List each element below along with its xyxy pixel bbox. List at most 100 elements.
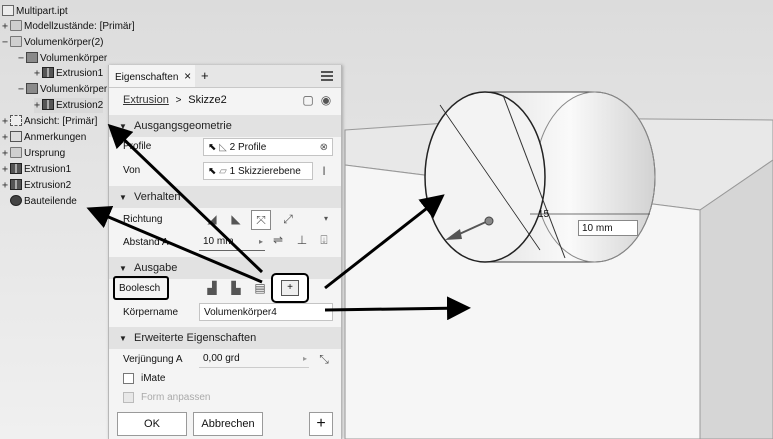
to-face-icon[interactable]: ⊥	[293, 231, 311, 249]
collapse-minus-icon[interactable]: −	[18, 82, 26, 97]
tree-item-body1-extrusion1[interactable]: + Extrusion1	[34, 66, 103, 81]
folder-icon	[10, 20, 22, 31]
tree-root-label: Multipart.ipt	[16, 6, 68, 17]
tree-root[interactable]: Multipart.ipt	[2, 4, 68, 19]
breadcrumb-extrusion-link[interactable]: Extrusion	[123, 94, 169, 106]
boolean-label: Boolesch	[113, 276, 169, 300]
profile-label: Profile	[123, 141, 152, 152]
breadcrumb: Extrusion > Skizze2	[123, 89, 227, 111]
section-title: Erweiterte Eigenschaften	[133, 332, 257, 344]
expand-plus-icon[interactable]: +	[34, 98, 42, 113]
taper-label: Verjüngung A	[123, 354, 183, 365]
direction-default-icon[interactable]: ◢	[203, 210, 221, 228]
tree-item-extrusion2[interactable]: + Extrusion2	[2, 178, 71, 193]
section-input-geometry[interactable]: ▼ Ausgangsgeometrie	[109, 115, 341, 137]
direction-label: Richtung	[123, 214, 163, 225]
collapse-minus-icon[interactable]: −	[18, 51, 26, 66]
profile-selector[interactable]: ⬉ ◺ 2 Profile ⊗	[203, 138, 333, 156]
expand-plus-icon[interactable]: +	[2, 114, 10, 129]
annotations-icon	[10, 131, 22, 142]
distance-input[interactable]: 10 mm ▸	[199, 233, 265, 251]
visibility-eye-icon[interactable]: ◉	[317, 91, 335, 109]
imate-label: iMate	[141, 373, 166, 384]
from-value: 1 Skizzierebene	[229, 166, 301, 177]
tree-item-view[interactable]: + Ansicht: [Primär]	[2, 114, 97, 129]
direction-symmetric-icon[interactable]: ⤧	[251, 210, 271, 230]
menu-icon[interactable]	[321, 70, 333, 82]
section-behavior[interactable]: ▼ Verhalten	[109, 186, 341, 208]
intersect-icon[interactable]: ▤	[251, 279, 269, 297]
tree-item-model-states[interactable]: + Modellzustände: [Primär]	[2, 19, 135, 34]
length-dimension[interactable]: 10 mm	[578, 220, 638, 236]
taper-dropdown-icon[interactable]: ▸	[303, 350, 307, 368]
section-chevron-icon: ▼	[119, 122, 127, 131]
breadcrumb-separator: >	[175, 95, 182, 106]
select-cursor-icon: ⬉	[208, 166, 217, 177]
tree-item-label: Extrusion1	[56, 68, 104, 79]
tree-item-body2-extrusion2[interactable]: + Extrusion2	[34, 98, 104, 113]
direction-dropdown-icon[interactable]: ▾	[317, 210, 335, 228]
direction-asymmetric-icon[interactable]: ⤢	[279, 210, 297, 228]
add-button[interactable]: +	[309, 412, 333, 436]
distance-mode-icon[interactable]: ⇌	[269, 231, 287, 249]
tree-item-origin[interactable]: + Ursprung	[2, 146, 65, 161]
section-title: Ausgangsgeometrie	[133, 120, 232, 132]
clear-selection-icon[interactable]: ⊗	[320, 139, 328, 157]
tree-item-end-of-part[interactable]: Bauteilende	[10, 194, 77, 209]
view-icon	[10, 115, 22, 126]
tree-item-body2[interactable]: − Volumenkörper	[18, 82, 107, 97]
expand-plus-icon[interactable]: +	[2, 162, 10, 177]
extrusion-icon	[42, 67, 54, 78]
match-shape-label: Form anpassen	[141, 392, 211, 403]
profile-icon: ◺	[219, 142, 227, 153]
section-advanced[interactable]: ▼ Erweiterte Eigenschaften	[109, 327, 341, 349]
tree-item-label: Extrusion1	[24, 164, 72, 175]
expand-plus-icon[interactable]: +	[2, 19, 10, 34]
select-cursor-icon: ⬉	[208, 142, 217, 153]
direction-flipped-icon[interactable]: ◣	[227, 210, 245, 228]
tree-item-annotations[interactable]: + Anmerkungen	[2, 130, 86, 145]
tree-item-label: Extrusion2	[56, 100, 104, 111]
collapse-minus-icon[interactable]: −	[2, 35, 10, 50]
tab-properties[interactable]: Eigenschaften ×	[109, 65, 195, 87]
solid-bodies-folder-icon	[10, 36, 22, 47]
from-label: Von	[123, 165, 141, 176]
section-chevron-icon: ▼	[119, 193, 127, 202]
expand-plus-icon[interactable]: +	[2, 146, 10, 161]
tree-item-solid-bodies[interactable]: − Volumenkörper(2)	[2, 35, 103, 50]
cut-icon[interactable]: ▙	[227, 279, 245, 297]
expand-plus-icon[interactable]: +	[2, 130, 10, 145]
taper-input[interactable]: 0,00 grd ▸	[199, 350, 309, 368]
tab-title: Eigenschaften	[115, 72, 179, 83]
join-icon[interactable]: ▟	[203, 279, 221, 297]
section-chevron-icon: ▼	[119, 264, 127, 273]
cancel-button[interactable]: Abbrechen	[193, 412, 263, 436]
text-cursor-icon[interactable]: I	[315, 162, 333, 180]
section-title: Ausgabe	[133, 262, 178, 274]
distance-label: Abstand A	[123, 237, 169, 248]
diameter-dimension[interactable]: 15	[538, 209, 549, 220]
solid-body-icon	[26, 52, 38, 63]
part-file-icon	[2, 5, 14, 16]
extrusion-icon	[10, 179, 22, 190]
body-name-input[interactable]: Volumenkörper4	[199, 303, 333, 321]
extrusion-icon	[10, 163, 22, 174]
through-all-icon[interactable]: ⍗	[315, 231, 333, 249]
tree-item-label: Extrusion2	[24, 180, 72, 191]
section-chevron-icon: ▼	[119, 334, 127, 343]
match-shape-checkbox[interactable]	[123, 392, 134, 403]
tree-item-extrusion1[interactable]: + Extrusion1	[2, 162, 71, 177]
tab-add-button[interactable]: +	[201, 65, 209, 87]
collapse-panel-icon[interactable]: ▢	[299, 91, 317, 109]
tab-close-icon[interactable]: ×	[184, 69, 191, 83]
ok-button[interactable]: OK	[117, 412, 187, 436]
imate-checkbox[interactable]	[123, 373, 134, 384]
from-selector[interactable]: ⬉ ▱ 1 Skizzierebene	[203, 162, 313, 180]
distance-dropdown-icon[interactable]: ▸	[259, 233, 263, 251]
expand-plus-icon[interactable]: +	[2, 178, 10, 193]
expand-plus-icon[interactable]: +	[34, 66, 42, 81]
tree-item-body1[interactable]: − Volumenkörper	[18, 51, 107, 66]
new-solid-button[interactable]: +	[271, 273, 309, 303]
plane-icon: ▱	[219, 166, 227, 177]
taper-flip-icon[interactable]: ⤡	[315, 350, 333, 368]
